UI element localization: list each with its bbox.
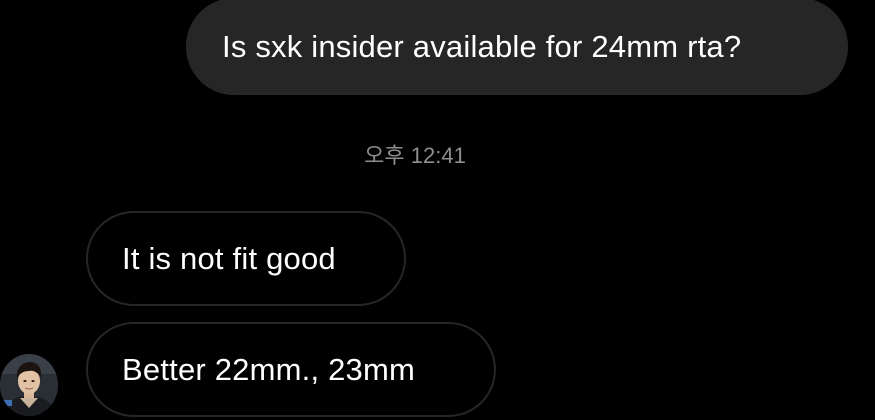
received-message-text: Better 22mm., 23mm bbox=[122, 351, 416, 387]
user-avatar-photo-icon bbox=[0, 354, 58, 416]
message-thread: Is sxk insider available for 24mm rta? 오… bbox=[0, 0, 875, 420]
received-message-text: It is not fit good bbox=[122, 240, 336, 276]
message-timestamp: 오후 12:41 bbox=[364, 143, 466, 168]
received-message-bubble[interactable]: Better 22mm., 23mm bbox=[86, 322, 496, 417]
sent-message-bubble[interactable]: Is sxk insider available for 24mm rta? bbox=[186, 0, 848, 95]
contact-avatar-icon[interactable] bbox=[0, 354, 58, 416]
received-message-bubble[interactable]: It is not fit good bbox=[86, 211, 406, 306]
sent-message-text: Is sxk insider available for 24mm rta? bbox=[222, 28, 742, 64]
